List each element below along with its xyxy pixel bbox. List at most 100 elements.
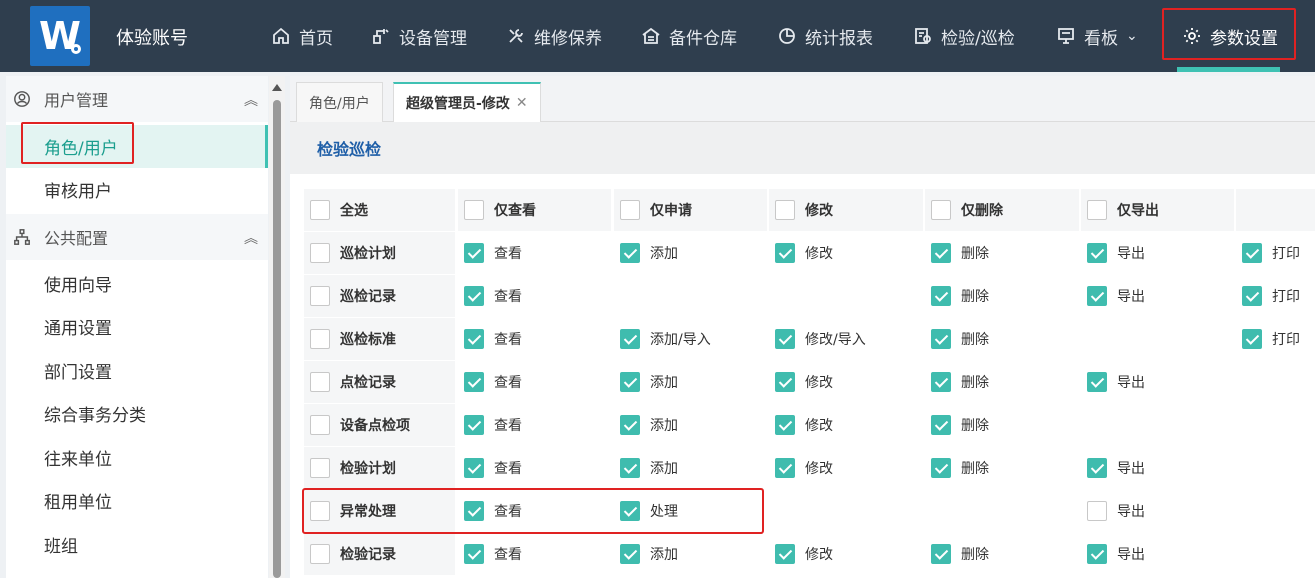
row-select-checkbox[interactable] bbox=[310, 544, 330, 564]
permission-checkbox[interactable] bbox=[1242, 286, 1262, 306]
row-label-cell: 巡检计划 bbox=[304, 232, 455, 274]
permission-checkbox[interactable] bbox=[931, 415, 951, 435]
permission-checkbox[interactable] bbox=[620, 243, 640, 263]
app-logo[interactable]: W bbox=[30, 6, 90, 66]
close-icon[interactable]: ✕ bbox=[516, 95, 528, 111]
row-label: 设备点检项 bbox=[340, 418, 410, 434]
permission-checkbox[interactable] bbox=[1087, 243, 1107, 263]
sidebar-group-public-config[interactable]: 公共配置 ︽ bbox=[6, 214, 268, 260]
permission-cell: 添加 bbox=[614, 447, 767, 489]
nav-inspection[interactable]: 检验/巡检 bbox=[912, 0, 1015, 72]
column-checkbox[interactable] bbox=[464, 200, 484, 220]
tab-super-admin-edit[interactable]: 超级管理员-修改 ✕ bbox=[393, 82, 541, 122]
column-checkbox[interactable] bbox=[1087, 200, 1107, 220]
permission-cell: 导出 bbox=[1081, 533, 1234, 575]
permission-label: 删除 bbox=[961, 246, 989, 262]
permission-checkbox[interactable] bbox=[1087, 458, 1107, 478]
permission-checkbox[interactable] bbox=[1087, 544, 1107, 564]
row-label-cell: 巡检标准 bbox=[304, 318, 455, 360]
sidebar-item-review-users[interactable]: 审核用户 bbox=[6, 168, 268, 211]
permission-cell: 修改/导入 bbox=[769, 318, 923, 360]
sidebar-item-teams[interactable]: 班组 bbox=[6, 523, 268, 566]
permission-checkbox[interactable] bbox=[464, 372, 484, 392]
permission-cell: 查看 bbox=[458, 447, 611, 489]
permission-checkbox[interactable] bbox=[464, 544, 484, 564]
tab-roles-users[interactable]: 角色/用户 bbox=[296, 82, 383, 122]
nav-reports[interactable]: 统计报表 bbox=[776, 0, 873, 72]
permission-checkbox[interactable] bbox=[464, 286, 484, 306]
permission-checkbox[interactable] bbox=[620, 372, 640, 392]
permission-label: 导出 bbox=[1117, 504, 1145, 520]
sidebar-group-user-management[interactable]: 用户管理 ︽ bbox=[6, 76, 268, 122]
permission-label: 添加 bbox=[650, 375, 678, 391]
permission-row: 检验计划 查看 添加 修改 删除 导出 bbox=[304, 447, 1315, 490]
header-label: 修改 bbox=[805, 203, 833, 219]
scroll-up-icon[interactable] bbox=[272, 84, 282, 91]
permission-label: 修改 bbox=[805, 547, 833, 563]
column-checkbox[interactable] bbox=[931, 200, 951, 220]
nav-home[interactable]: 首页 bbox=[270, 0, 333, 72]
nav-maintenance[interactable]: 维修保养 bbox=[505, 0, 602, 72]
sidebar-item-rental-units[interactable]: 租用单位 bbox=[6, 479, 268, 522]
row-select-checkbox[interactable] bbox=[310, 458, 330, 478]
row-select-checkbox[interactable] bbox=[310, 415, 330, 435]
permission-checkbox[interactable] bbox=[620, 329, 640, 349]
permission-cell bbox=[925, 490, 1079, 532]
permission-cell: 添加 bbox=[614, 404, 767, 446]
permission-cell: 导出 bbox=[1081, 361, 1234, 403]
nav-label: 设备管理 bbox=[399, 28, 467, 49]
sidebar-item-general-settings[interactable]: 通用设置 bbox=[6, 305, 268, 348]
permission-cell bbox=[1236, 490, 1315, 532]
nav-label: 统计报表 bbox=[805, 28, 873, 49]
permission-checkbox[interactable] bbox=[464, 415, 484, 435]
nav-dashboard[interactable]: 看板 ⌄ bbox=[1055, 0, 1138, 72]
scrollbar-thumb[interactable] bbox=[273, 100, 281, 578]
row-select-checkbox[interactable] bbox=[310, 329, 330, 349]
permission-cell: 打印 bbox=[1236, 275, 1315, 317]
permission-label: 导出 bbox=[1117, 289, 1145, 305]
permission-checkbox[interactable] bbox=[1242, 243, 1262, 263]
permission-cell bbox=[1236, 533, 1315, 575]
permission-checkbox[interactable] bbox=[1087, 501, 1107, 521]
sidebar-item-departments[interactable]: 部门设置 bbox=[6, 349, 268, 392]
row-label: 检验计划 bbox=[340, 461, 396, 477]
sidebar-scrollbar[interactable] bbox=[269, 76, 285, 578]
permission-checkbox[interactable] bbox=[775, 544, 795, 564]
permission-label: 打印 bbox=[1272, 246, 1300, 262]
permission-checkbox[interactable] bbox=[464, 458, 484, 478]
permission-checkbox[interactable] bbox=[620, 544, 640, 564]
permission-checkbox[interactable] bbox=[931, 243, 951, 263]
permission-checkbox[interactable] bbox=[464, 329, 484, 349]
permission-checkbox[interactable] bbox=[1087, 286, 1107, 306]
sidebar-group-label: 公共配置 bbox=[44, 229, 109, 248]
permission-checkbox[interactable] bbox=[464, 243, 484, 263]
permission-checkbox[interactable] bbox=[931, 544, 951, 564]
permission-checkbox[interactable] bbox=[775, 329, 795, 349]
nav-device-management[interactable]: 设备管理 bbox=[370, 0, 467, 72]
permission-checkbox[interactable] bbox=[931, 372, 951, 392]
permission-cell: 查看 bbox=[458, 275, 611, 317]
row-label: 检验记录 bbox=[340, 547, 396, 563]
row-select-checkbox[interactable] bbox=[310, 243, 330, 263]
select-all-checkbox[interactable] bbox=[310, 200, 330, 220]
column-checkbox[interactable] bbox=[775, 200, 795, 220]
sidebar-item-guide[interactable]: 使用向导 bbox=[6, 262, 268, 305]
permission-checkbox[interactable] bbox=[1242, 329, 1262, 349]
permission-checkbox[interactable] bbox=[620, 458, 640, 478]
column-checkbox[interactable] bbox=[620, 200, 640, 220]
permission-checkbox[interactable] bbox=[931, 329, 951, 349]
nav-spare-parts[interactable]: 备件仓库 bbox=[640, 0, 737, 72]
permission-checkbox[interactable] bbox=[620, 415, 640, 435]
permission-checkbox[interactable] bbox=[1087, 372, 1107, 392]
permission-checkbox[interactable] bbox=[775, 243, 795, 263]
permission-checkbox[interactable] bbox=[931, 286, 951, 306]
permission-checkbox[interactable] bbox=[775, 372, 795, 392]
sidebar-item-partners[interactable]: 往来单位 bbox=[6, 436, 268, 479]
sidebar-item-affairs-category[interactable]: 综合事务分类 bbox=[6, 392, 268, 435]
row-select-checkbox[interactable] bbox=[310, 372, 330, 392]
row-label: 巡检计划 bbox=[340, 246, 396, 262]
permission-checkbox[interactable] bbox=[775, 458, 795, 478]
permission-checkbox[interactable] bbox=[775, 415, 795, 435]
permission-checkbox[interactable] bbox=[931, 458, 951, 478]
row-select-checkbox[interactable] bbox=[310, 286, 330, 306]
